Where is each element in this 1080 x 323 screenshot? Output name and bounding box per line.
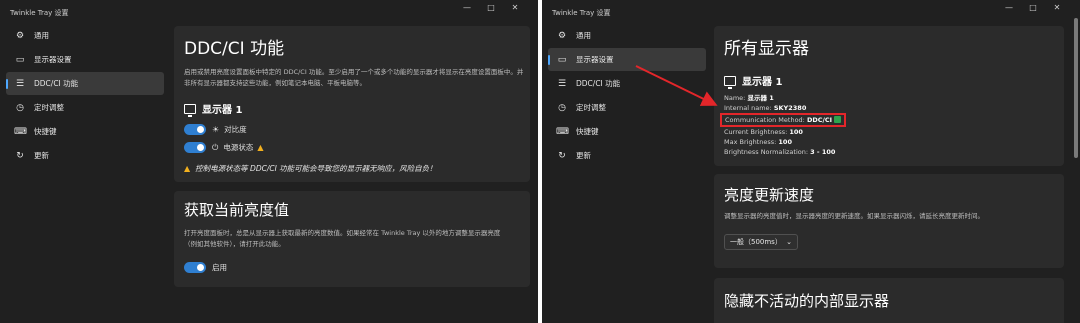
power-label: 电源状态 bbox=[223, 143, 254, 152]
scrollbar[interactable] bbox=[1074, 18, 1078, 158]
sidebar-nav: ⚙ 通用 ▭ 显示器设置 ☰ DDC/CI 功能 ◷ 定时调整 ⌨ 快捷键 ↻ … bbox=[6, 24, 164, 168]
sidebar-item-monitors[interactable]: ▭ 显示器设置 bbox=[6, 48, 164, 71]
monitor-name: 显示器 1 bbox=[742, 77, 783, 88]
sidebar-item-label: 通用 bbox=[576, 31, 591, 40]
keyboard-icon: ⌨ bbox=[14, 126, 27, 137]
get-brightness-description: 打开亮度面板时，总是从显示器上获取最新的亮度数值。如果经常在 Twinkle T… bbox=[184, 229, 501, 248]
get-brightness-title: 获取当前亮度值 bbox=[184, 201, 290, 219]
monitor-name: 显示器 1 bbox=[202, 105, 243, 116]
settings-window-right: Twinkle Tray 设置 — □ ✕ ⚙ 通用 ▭ 显示器设置 ☰ DDC… bbox=[542, 0, 1080, 323]
sidebar-item-label: 显示器设置 bbox=[576, 55, 614, 64]
window-title: Twinkle Tray 设置 bbox=[552, 9, 611, 17]
enable-toggle[interactable] bbox=[184, 262, 206, 273]
sidebar-nav: ⚙ 通用 ▭ 显示器设置 ☰ DDC/CI 功能 ◷ 定时调整 ⌨ 快捷键 ↻ … bbox=[548, 24, 706, 168]
hide-internal-card: 隐藏不活动的内部显示器 bbox=[714, 278, 1064, 323]
contrast-label: 对比度 bbox=[224, 125, 247, 134]
sidebar-item-hotkeys[interactable]: ⌨ 快捷键 bbox=[6, 120, 164, 143]
update-rate-description: 调整显示器的亮度值时，显示器亮度的更新速度。如果显示器闪烁，请延长亮度更新时间。 bbox=[724, 212, 984, 220]
window-title: Twinkle Tray 设置 bbox=[10, 9, 69, 17]
get-brightness-card: 获取当前亮度值 打开亮度面板时，总是从显示器上获取最新的亮度数值。如果经常在 T… bbox=[174, 191, 530, 287]
info-max-brightness: Max Brightness: 100 bbox=[724, 138, 792, 146]
sidebar-item-monitors[interactable]: ▭ 显示器设置 bbox=[548, 48, 706, 71]
sidebar-item-ddcci[interactable]: ☰ DDC/CI 功能 bbox=[6, 72, 164, 95]
info-name: Name: 显示器 1 bbox=[724, 94, 774, 102]
window-controls: — □ ✕ bbox=[997, 2, 1069, 14]
sidebar-item-label: DDC/CI 功能 bbox=[34, 79, 79, 88]
power-toggle-row: ⏻ 电源状态 ▲ bbox=[184, 140, 520, 155]
monitor-heading: 显示器 1 bbox=[184, 101, 520, 117]
clock-icon: ◷ bbox=[558, 102, 566, 113]
refresh-icon: ↻ bbox=[558, 150, 566, 161]
gear-icon: ⚙ bbox=[557, 30, 567, 41]
ddcci-title: DDC/CI 功能 bbox=[184, 39, 285, 59]
info-current-brightness: Current Brightness: 100 bbox=[724, 128, 803, 136]
power-icon: ⏻ bbox=[212, 142, 219, 152]
hide-internal-title: 隐藏不活动的内部显示器 bbox=[724, 292, 890, 310]
info-normalization: Brightness Normalization: 3 - 100 bbox=[724, 148, 836, 156]
enable-toggle-row: 启用 bbox=[184, 260, 520, 275]
sidebar-item-label: 定时调整 bbox=[576, 103, 606, 112]
sidebar-item-label: 显示器设置 bbox=[34, 55, 72, 64]
settings-window-left: Twinkle Tray 设置 — □ ✕ ⚙ 通用 ▭ 显示器设置 ☰ DDC… bbox=[0, 0, 538, 323]
check-icon bbox=[834, 116, 842, 123]
sidebar-item-general[interactable]: ⚙ 通用 bbox=[548, 24, 706, 47]
monitor-icon bbox=[724, 75, 736, 89]
power-toggle[interactable] bbox=[184, 142, 206, 153]
warning-icon: ▲ bbox=[184, 164, 191, 173]
monitor-icon bbox=[184, 103, 196, 117]
warning-icon: ▲ bbox=[257, 143, 264, 152]
close-button[interactable]: ✕ bbox=[1045, 2, 1069, 14]
ddcci-card: DDC/CI 功能 启用或禁用亮度设置面板中特定的 DDC/CI 功能。至少启用… bbox=[174, 26, 530, 182]
sidebar-item-label: 快捷键 bbox=[576, 127, 599, 136]
keyboard-icon: ⌨ bbox=[556, 126, 569, 137]
update-rate-select[interactable]: 一般（500ms） ⌄ bbox=[724, 234, 798, 250]
enable-label: 启用 bbox=[212, 263, 227, 272]
contrast-icon: ☀ bbox=[212, 125, 220, 134]
sliders-icon: ☰ bbox=[15, 78, 25, 89]
select-value: 一般（500ms） bbox=[730, 238, 782, 246]
contrast-toggle-row: ☀ 对比度 bbox=[184, 122, 520, 137]
ddcci-description: 启用或禁用亮度设置面板中特定的 DDC/CI 功能。至少启用了一个或多个功能的显… bbox=[184, 68, 524, 87]
update-rate-card: 亮度更新速度 调整显示器的亮度值时，显示器亮度的更新速度。如果显示器闪烁，请延长… bbox=[714, 174, 1064, 268]
maximize-button[interactable]: □ bbox=[479, 2, 503, 14]
sidebar-item-schedule[interactable]: ◷ 定时调整 bbox=[6, 96, 164, 119]
sidebar-item-schedule[interactable]: ◷ 定时调整 bbox=[548, 96, 706, 119]
all-monitors-card: 所有显示器 显示器 1 Name: 显示器 1 Internal name: S… bbox=[714, 26, 1064, 166]
all-monitors-title: 所有显示器 bbox=[724, 39, 809, 59]
sidebar-item-label: 更新 bbox=[34, 151, 49, 160]
warning-text: 控制电源状态等 DDC/CI 功能可能会导致您的显示器无响应，风险自负！ bbox=[195, 164, 437, 173]
sidebar-item-label: 快捷键 bbox=[34, 127, 57, 136]
info-internal-name: Internal name: SKY2380 bbox=[724, 104, 807, 112]
sidebar-item-label: 更新 bbox=[576, 151, 591, 160]
chevron-down-icon: ⌄ bbox=[786, 238, 792, 246]
maximize-button[interactable]: □ bbox=[1021, 2, 1045, 14]
sidebar-item-label: 通用 bbox=[34, 31, 49, 40]
close-button[interactable]: ✕ bbox=[503, 2, 527, 14]
sidebar-item-label: 定时调整 bbox=[34, 103, 64, 112]
clock-icon: ◷ bbox=[16, 102, 24, 113]
sliders-icon: ☰ bbox=[557, 78, 567, 89]
sidebar-item-updates[interactable]: ↻ 更新 bbox=[548, 144, 706, 167]
minimize-button[interactable]: — bbox=[997, 2, 1021, 14]
monitor-info: Name: 显示器 1 Internal name: SKY2380 Commu… bbox=[720, 93, 1054, 157]
info-communication-method: Communication Method: DDC/CI bbox=[720, 113, 847, 127]
refresh-icon: ↻ bbox=[16, 150, 24, 161]
sidebar-item-general[interactable]: ⚙ 通用 bbox=[6, 24, 164, 47]
sidebar-item-hotkeys[interactable]: ⌨ 快捷键 bbox=[548, 120, 706, 143]
monitor-icon: ▭ bbox=[557, 54, 567, 65]
contrast-toggle[interactable] bbox=[184, 124, 206, 135]
sidebar-item-ddcci[interactable]: ☰ DDC/CI 功能 bbox=[548, 72, 706, 95]
monitor-heading: 显示器 1 bbox=[724, 73, 1054, 89]
power-warning: ▲ 控制电源状态等 DDC/CI 功能可能会导致您的显示器无响应，风险自负！ bbox=[184, 163, 520, 174]
sidebar-item-label: DDC/CI 功能 bbox=[576, 79, 621, 88]
minimize-button[interactable]: — bbox=[455, 2, 479, 14]
gear-icon: ⚙ bbox=[15, 30, 25, 41]
update-rate-title: 亮度更新速度 bbox=[724, 186, 815, 204]
monitor-icon: ▭ bbox=[15, 54, 25, 65]
window-controls: — □ ✕ bbox=[455, 2, 527, 14]
sidebar-item-updates[interactable]: ↻ 更新 bbox=[6, 144, 164, 167]
